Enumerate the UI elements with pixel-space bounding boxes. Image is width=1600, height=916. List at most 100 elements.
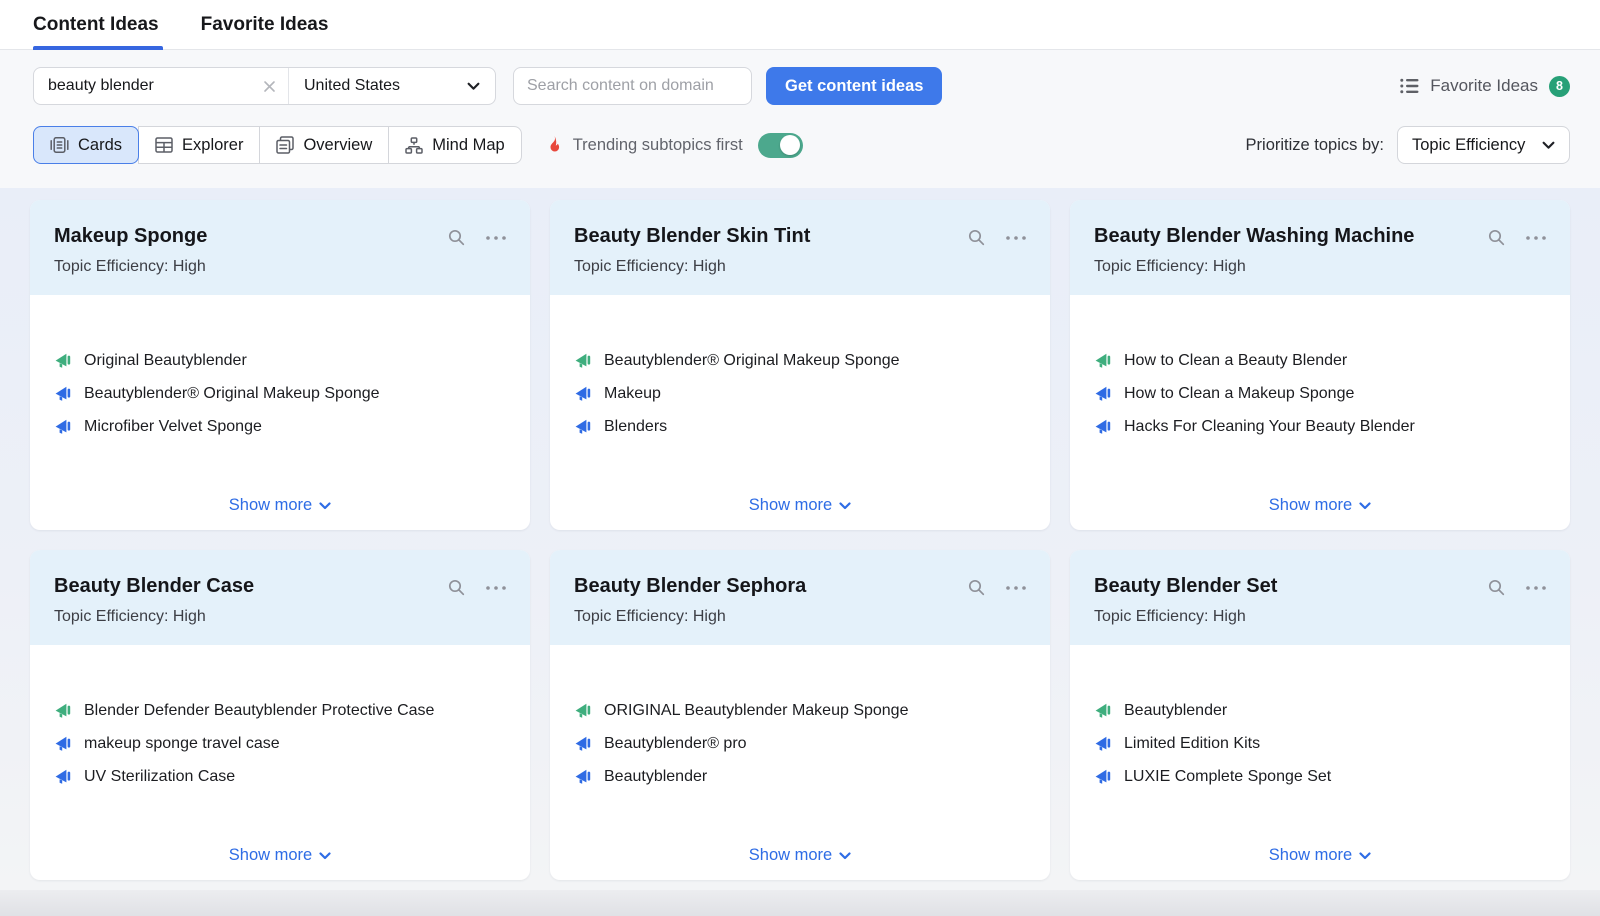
prioritize-value: Topic Efficiency	[1412, 136, 1525, 155]
cards-area: Makeup Sponge Topic Efficiency: High Ori…	[0, 188, 1600, 890]
card-title: Makeup Sponge	[54, 225, 506, 248]
cards-icon	[50, 136, 69, 154]
search-icon[interactable]	[967, 228, 986, 247]
chevron-down-icon	[319, 502, 331, 510]
domain-search-input[interactable]	[513, 67, 752, 105]
megaphone-icon	[54, 419, 71, 435]
megaphone-icon	[574, 703, 591, 719]
topic-item-label: Limited Edition Kits	[1124, 735, 1260, 753]
chevron-down-icon	[467, 82, 480, 91]
view-label: Cards	[78, 136, 122, 155]
show-more-link[interactable]: Show more	[550, 846, 1050, 865]
card-header: Beauty Blender Set Topic Efficiency: Hig…	[1070, 550, 1570, 645]
topic-item: How to Clean a Makeup Sponge	[1094, 385, 1546, 403]
card-title: Beauty Blender Case	[54, 575, 506, 598]
megaphone-icon	[1094, 736, 1111, 752]
topic-item-label: LUXIE Complete Sponge Set	[1124, 768, 1331, 786]
ellipsis-icon[interactable]	[1525, 585, 1547, 591]
topic-card: Beauty Blender Sephora Topic Efficiency:…	[550, 550, 1050, 880]
card-header: Beauty Blender Washing Machine Topic Eff…	[1070, 200, 1570, 295]
card-header: Beauty Blender Skin Tint Topic Efficienc…	[550, 200, 1050, 295]
megaphone-icon	[54, 353, 71, 369]
show-more-label: Show more	[229, 846, 312, 865]
view-mindmap-button[interactable]: Mind Map	[388, 126, 521, 164]
prioritize-label: Prioritize topics by:	[1246, 136, 1384, 155]
topic-item-label: Beautyblender	[604, 768, 707, 786]
chevron-down-icon	[839, 852, 851, 860]
topic-item: How to Clean a Beauty Blender	[1094, 352, 1546, 370]
show-more-label: Show more	[749, 496, 832, 515]
card-actions	[447, 578, 507, 597]
prioritize-select[interactable]: Topic Efficiency	[1397, 126, 1570, 164]
tab-favorite-ideas[interactable]: Favorite Ideas	[201, 0, 329, 49]
megaphone-icon	[574, 769, 591, 785]
show-more-link[interactable]: Show more	[550, 496, 1050, 515]
topic-item-label: How to Clean a Beauty Blender	[1124, 352, 1347, 370]
view-explorer-button[interactable]: Explorer	[138, 126, 260, 164]
ellipsis-icon[interactable]	[485, 235, 507, 241]
show-more-link[interactable]: Show more	[1070, 846, 1570, 865]
search-icon[interactable]	[447, 578, 466, 597]
ellipsis-icon[interactable]	[1005, 235, 1027, 241]
search-icon[interactable]	[1487, 578, 1506, 597]
search-icon[interactable]	[447, 228, 466, 247]
topic-item: UV Sterilization Case	[54, 768, 506, 786]
megaphone-icon	[1094, 769, 1111, 785]
topic-item: Hacks For Cleaning Your Beauty Blender	[1094, 418, 1546, 436]
keyword-country-group: United States	[33, 67, 496, 105]
topic-item-label: Microfiber Velvet Sponge	[84, 418, 262, 436]
view-overview-button[interactable]: Overview	[259, 126, 389, 164]
tab-content-ideas[interactable]: Content Ideas	[33, 0, 159, 49]
megaphone-icon	[54, 703, 71, 719]
topic-item-label: UV Sterilization Case	[84, 768, 235, 786]
clear-icon[interactable]	[263, 80, 276, 93]
megaphone-icon	[54, 386, 71, 402]
trending-toggle[interactable]	[758, 133, 803, 158]
show-more-link[interactable]: Show more	[30, 496, 530, 515]
view-label: Overview	[303, 136, 372, 155]
keyword-input[interactable]	[48, 77, 255, 95]
card-actions	[1487, 578, 1547, 597]
topic-list: Beautyblender Limited Edition Kits LUXIE…	[1070, 645, 1570, 786]
topic-list: Beautyblender® Original Makeup Sponge Ma…	[550, 295, 1050, 436]
topic-item: makeup sponge travel case	[54, 735, 506, 753]
search-icon[interactable]	[1487, 228, 1506, 247]
chevron-down-icon	[319, 852, 331, 860]
show-more-label: Show more	[1269, 846, 1352, 865]
show-more-label: Show more	[229, 496, 312, 515]
ellipsis-icon[interactable]	[485, 585, 507, 591]
card-header: Makeup Sponge Topic Efficiency: High	[30, 200, 530, 295]
topic-efficiency: Topic Efficiency: High	[1094, 608, 1546, 626]
show-more-link[interactable]: Show more	[30, 846, 530, 865]
toggle-knob	[780, 135, 800, 155]
favorite-ideas-link[interactable]: Favorite Ideas 8	[1400, 76, 1570, 97]
country-select[interactable]: United States	[289, 68, 495, 104]
topic-item-label: Blender Defender Beautyblender Protectiv…	[84, 702, 434, 720]
topic-item: Blender Defender Beautyblender Protectiv…	[54, 702, 506, 720]
megaphone-icon	[1094, 419, 1111, 435]
view-cards-button[interactable]: Cards	[33, 126, 139, 164]
ellipsis-icon[interactable]	[1525, 235, 1547, 241]
card-title: Beauty Blender Washing Machine	[1094, 225, 1546, 248]
card-actions	[447, 228, 507, 247]
trending-control: Trending subtopics first	[546, 133, 803, 158]
view-label: Explorer	[182, 136, 243, 155]
topic-item-label: makeup sponge travel case	[84, 735, 280, 753]
show-more-link[interactable]: Show more	[1070, 496, 1570, 515]
chevron-down-icon	[1359, 852, 1371, 860]
topic-item-label: ORIGINAL Beautyblender Makeup Sponge	[604, 702, 908, 720]
bottom-strip	[0, 890, 1600, 916]
get-content-ideas-button[interactable]: Get content ideas	[766, 67, 942, 105]
topic-item: LUXIE Complete Sponge Set	[1094, 768, 1546, 786]
mindmap-icon	[405, 137, 423, 154]
megaphone-icon	[574, 353, 591, 369]
topic-item-label: Hacks For Cleaning Your Beauty Blender	[1124, 418, 1415, 436]
topic-item-label: Makeup	[604, 385, 661, 403]
topic-item-label: Beautyblender® Original Makeup Sponge	[604, 352, 900, 370]
ellipsis-icon[interactable]	[1005, 585, 1027, 591]
topic-item: Beautyblender® Original Makeup Sponge	[574, 352, 1026, 370]
topic-efficiency: Topic Efficiency: High	[574, 258, 1026, 276]
topic-item: Beautyblender	[1094, 702, 1546, 720]
search-icon[interactable]	[967, 578, 986, 597]
topic-card: Beauty Blender Skin Tint Topic Efficienc…	[550, 200, 1050, 530]
